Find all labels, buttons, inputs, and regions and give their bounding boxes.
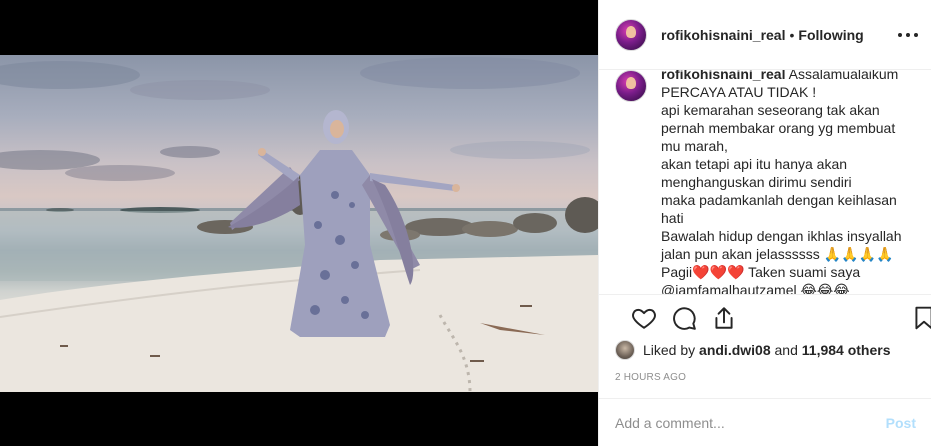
- caption-mention-line[interactable]: @iamfamalhautzamel 😂😂😂: [661, 281, 911, 294]
- caption-comment: rofikohisnaini_real Assalamualaikum PERC…: [615, 70, 916, 294]
- liker-username[interactable]: andi.dwi08: [699, 342, 771, 358]
- separator-dot: •: [789, 26, 795, 43]
- post-header: rofikohisnaini_real • Following: [599, 0, 931, 70]
- author-avatar[interactable]: [615, 18, 647, 51]
- caption-line: api kemarahan seseorang tak akan: [661, 102, 880, 118]
- beach-photo-illustration: [0, 57, 598, 392]
- media-area: [0, 0, 598, 446]
- caption-line: hati: [661, 210, 684, 226]
- share-icon[interactable]: [711, 305, 737, 331]
- caption-username[interactable]: rofikohisnaini_real: [661, 70, 785, 82]
- likes-joiner: and: [774, 342, 798, 358]
- caption-line: akan tetapi api itu hanya akan: [661, 156, 848, 172]
- post-photo[interactable]: [0, 55, 598, 392]
- caption-line: PERCAYA ATAU TIDAK !: [661, 84, 817, 100]
- comment-icon[interactable]: [671, 305, 697, 331]
- caption-line: menghanguskan dirimu sendiri: [661, 174, 852, 190]
- caption-greeting: Assalamualaikum: [788, 70, 899, 82]
- likes-others-count[interactable]: 11,984 others: [802, 342, 891, 358]
- post-timestamp[interactable]: 2 hours ago: [615, 372, 686, 383]
- post-side-panel: rofikohisnaini_real • Following rofikohisn…: [598, 0, 931, 446]
- author-username[interactable]: rofikohisnaini_real: [661, 27, 785, 43]
- liker-avatar[interactable]: [615, 340, 635, 360]
- more-options-icon[interactable]: [898, 26, 918, 44]
- likes-summary: Liked by andi.dwi08 and 11,984 others: [615, 340, 891, 360]
- action-icons-row: [615, 295, 931, 343]
- caption-line: jalan pun akan jelassssss 🙏🙏🙏🙏: [661, 246, 894, 262]
- post-comment-button[interactable]: Post: [886, 415, 916, 431]
- header-user-line: rofikohisnaini_real • Following: [661, 27, 864, 43]
- caption-text: rofikohisnaini_real Assalamualaikum PERC…: [661, 70, 911, 294]
- caption-line: pernah membakar orang yg membuat: [661, 120, 896, 136]
- post-actions: Liked by andi.dwi08 and 11,984 others 2 …: [599, 294, 931, 414]
- caption-line: Pagii❤️❤️❤️ Taken suami saya: [661, 264, 861, 280]
- caption-area: rofikohisnaini_real Assalamualaikum PERC…: [599, 70, 931, 294]
- instagram-post-modal: rofikohisnaini_real • Following rofikohisn…: [0, 0, 931, 446]
- comment-input[interactable]: [615, 414, 886, 431]
- bookmark-icon[interactable]: [911, 305, 931, 331]
- caption-first-line: rofikohisnaini_real Assalamualaikum: [661, 70, 911, 83]
- add-comment-bar: Post: [599, 398, 931, 446]
- likes-prefix: Liked by: [643, 342, 696, 358]
- caption-avatar[interactable]: [615, 70, 647, 102]
- caption-line: mu marah,: [661, 138, 728, 154]
- following-button[interactable]: Following: [798, 27, 863, 43]
- caption-line: Bawalah hidup dengan ikhlas insyallah: [661, 228, 902, 244]
- caption-line: maka padamkanlah dengan keihlasan: [661, 192, 897, 208]
- heart-icon[interactable]: [631, 305, 657, 331]
